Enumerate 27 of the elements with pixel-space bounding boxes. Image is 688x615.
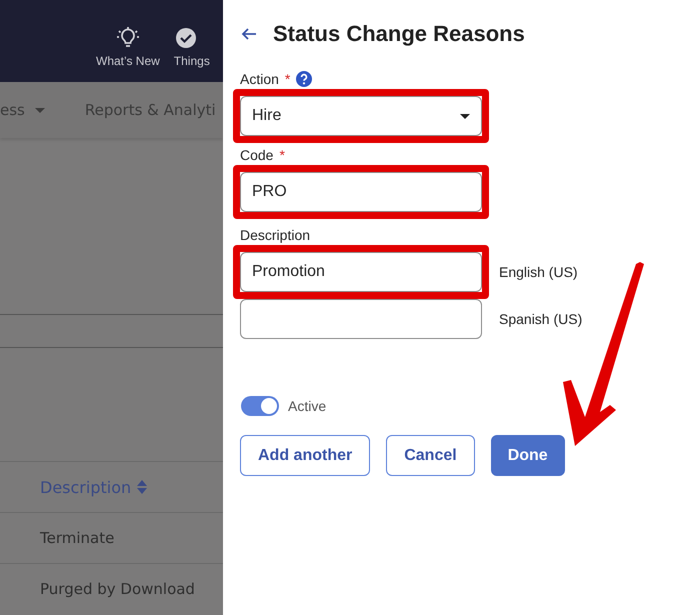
top-bar-link[interactable]: Things xyxy=(174,54,210,68)
field-label: Code xyxy=(240,147,274,163)
sort-icon[interactable] xyxy=(137,480,148,494)
text-input-field[interactable] xyxy=(240,299,482,339)
toggle-label: Active xyxy=(288,398,326,414)
required-mark: * xyxy=(279,147,285,163)
panel-title: Status Change Reasons xyxy=(273,21,525,47)
table-cell: Purged by Download xyxy=(40,580,195,598)
language-label: Spanish (US) xyxy=(499,311,582,327)
top-bar-link[interactable]: What’s New xyxy=(96,54,160,68)
text-input-field[interactable]: PRO xyxy=(240,172,482,212)
help-icon[interactable] xyxy=(296,71,312,87)
active-toggle[interactable] xyxy=(241,396,279,416)
language-label: English (US) xyxy=(499,264,578,280)
lightbulb-icon xyxy=(116,26,140,50)
required-mark: * xyxy=(284,71,290,87)
action-dropdown[interactable]: Hire xyxy=(240,96,482,136)
back-arrow-icon[interactable] xyxy=(241,26,257,42)
table-cell: Terminate xyxy=(40,529,114,547)
text-input-field[interactable]: Promotion xyxy=(240,252,482,292)
field-label: Description xyxy=(240,227,310,243)
field-label: Action xyxy=(240,71,279,87)
done-button[interactable]: Done xyxy=(490,435,565,476)
secondary-button[interactable]: Cancel xyxy=(386,435,475,476)
secondary-button[interactable]: Add another xyxy=(240,435,370,476)
caret-icon xyxy=(460,114,470,118)
check-circle-icon xyxy=(174,26,198,50)
